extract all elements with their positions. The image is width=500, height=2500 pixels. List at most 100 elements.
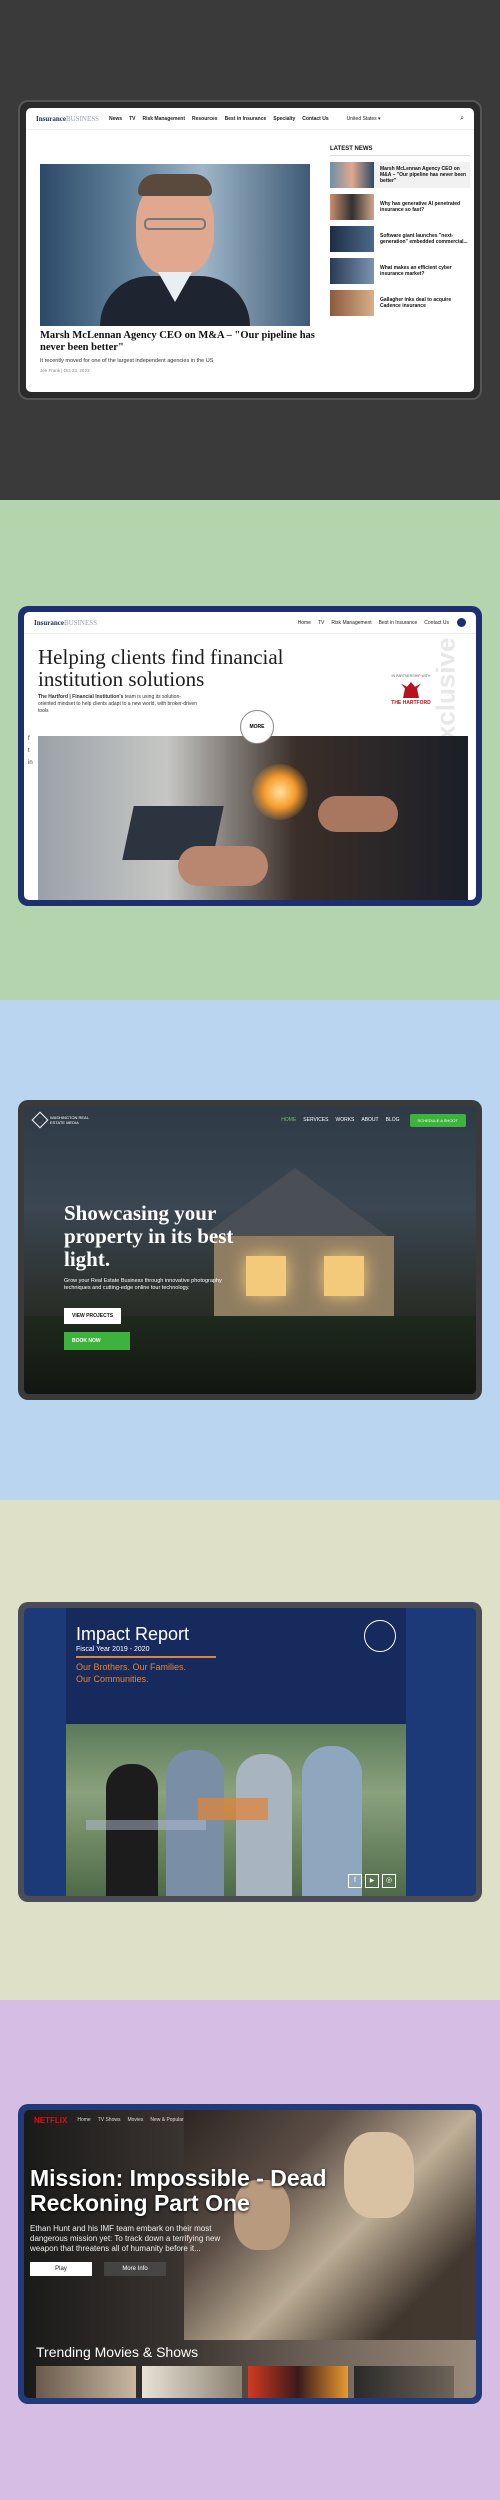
group-photo: f ▶ ◎ — [66, 1724, 406, 1896]
tablet-frame: Impact Report Fiscal Year 2019 - 2020 Ou… — [18, 1602, 482, 1902]
hero-body: Grow your Real Estate Business through i… — [64, 1278, 222, 1291]
report-title: Impact Report — [76, 1624, 190, 1644]
nav-links: News TV Risk Management Resources Best i… — [109, 116, 329, 122]
nav-item[interactable]: Home — [298, 620, 311, 626]
nav-item[interactable]: HOME — [281, 1117, 296, 1123]
title-card[interactable] — [248, 2366, 348, 2398]
screen-financial-institution: InsuranceBUSINESS Home TV Risk Managemen… — [24, 612, 476, 900]
band-impact-report: Impact Report Fiscal Year 2019 - 2020 Ou… — [0, 1500, 500, 2000]
nav-item[interactable]: Contact Us — [424, 620, 449, 626]
news-thumbnail — [330, 226, 374, 252]
tablet-frame: InsuranceBUSINESS Home TV Risk Managemen… — [18, 606, 482, 906]
shrubs — [24, 1316, 476, 1394]
row-title: Trending Movies & Shows — [36, 2344, 199, 2360]
hero-subhead: It recently moved for one of the largest… — [40, 358, 214, 364]
screen-real-estate: WASHINGTON REAL ESTATE MEDIA HOME SERVIC… — [24, 1106, 476, 1394]
trending-row — [36, 2366, 454, 2398]
book-now-button[interactable]: BOOK NOW — [64, 1332, 130, 1350]
news-thumbnail — [330, 194, 374, 220]
hero-image — [38, 736, 468, 900]
view-projects-button[interactable]: VIEW PROJECTS — [64, 1308, 122, 1324]
nav-item[interactable]: Best in Insurance — [225, 116, 267, 122]
hero-heading: Showcasing your property in its best lig… — [64, 1201, 234, 1271]
top-nav: NETFLIX Home TV Shows Movies New & Popul… — [24, 2110, 476, 2130]
stag-logo-icon — [401, 682, 421, 698]
nav-item[interactable]: Specialty — [273, 116, 295, 122]
news-thumbnail — [330, 162, 374, 188]
news-card-title: What makes an efficient cyber insurance … — [380, 265, 452, 277]
hero-headline[interactable]: Marsh McLennan Agency CEO on M&A – "Our … — [40, 330, 330, 354]
nav-links: HOME SERVICES WORKS ABOUT BLOG — [281, 1117, 399, 1123]
site-logo[interactable]: InsuranceBUSINESS — [36, 115, 99, 123]
nav-item[interactable]: SERVICES — [303, 1117, 328, 1123]
nav-item[interactable]: TV — [318, 620, 324, 626]
brand-logo[interactable]: WASHINGTON REAL ESTATE MEDIA — [31, 1111, 100, 1129]
news-card[interactable]: Why has generative AI penetrated insuran… — [330, 194, 470, 220]
title-card[interactable] — [142, 2366, 242, 2398]
nav-item[interactable]: New & Popular — [150, 2117, 183, 2123]
hero-description: Ethan Hunt and his IMF team embark on th… — [30, 2224, 221, 2253]
hand-shape — [318, 796, 398, 832]
accent-block — [198, 1798, 268, 1820]
linkedin-icon[interactable]: in — [28, 760, 33, 766]
nav-links: Home TV Risk Management Best in Insuranc… — [298, 620, 449, 626]
nav-item[interactable]: Movies — [127, 2117, 143, 2123]
logo-part-b: BUSINESS — [65, 114, 100, 123]
hero-title: Mission: Impossible - Dead Reckoning Par… — [30, 2165, 327, 2216]
nav-item[interactable]: BLOG — [386, 1117, 400, 1123]
instagram-icon[interactable]: ◎ — [382, 1874, 396, 1888]
person-shape — [106, 1764, 158, 1896]
more-label: MORE — [249, 724, 265, 730]
schedule-shoot-button[interactable]: SCHEDULE A SHOOT — [409, 1113, 466, 1127]
tagline-line: Our Communities. — [76, 1674, 149, 1684]
nav-item[interactable]: Contact Us — [302, 116, 328, 122]
nav-item[interactable]: Best in Insurance — [379, 620, 418, 626]
body-bold: The Hartford | Financial Institution's — [38, 694, 124, 700]
nav-item[interactable]: Risk Management — [331, 620, 371, 626]
more-button[interactable]: MORE — [240, 710, 274, 744]
news-thumbnail — [330, 258, 374, 284]
youtube-icon[interactable]: ▶ — [365, 1874, 379, 1888]
more-info-button[interactable]: More Info — [104, 2262, 166, 2276]
title-card[interactable] — [36, 2366, 136, 2398]
hand-shape — [178, 846, 268, 886]
nav-item[interactable]: WORKS — [336, 1117, 355, 1123]
search-icon[interactable]: ⌕ — [460, 115, 464, 123]
logo-part-a: Insurance — [34, 618, 64, 627]
portrait-hair — [138, 174, 212, 196]
news-card[interactable]: Software giant launches "next-generation… — [330, 226, 470, 252]
accent-block — [86, 1820, 206, 1830]
ceo-portrait[interactable] — [40, 164, 310, 326]
title-underline — [76, 1656, 216, 1658]
report-fiscal-year: Fiscal Year 2019 - 2020 — [76, 1646, 150, 1653]
twitter-icon[interactable]: t — [28, 748, 33, 754]
nav-item[interactable]: TV Shows — [98, 2117, 121, 2123]
nav-item[interactable]: Resources — [192, 116, 218, 122]
facebook-icon[interactable]: f — [28, 736, 33, 742]
hero-body: The Hartford | Financial Institution's t… — [38, 694, 198, 715]
logo-part-a: Insurance — [36, 114, 66, 123]
person-shape — [236, 1754, 292, 1896]
latest-news-title: LATEST NEWS — [330, 146, 470, 156]
top-nav: InsuranceBUSINESS News TV Risk Managemen… — [26, 108, 474, 130]
screen-netflix: NETFLIX Home TV Shows Movies New & Popul… — [24, 2110, 476, 2398]
nav-item[interactable]: News — [109, 116, 122, 122]
play-button[interactable]: Play — [30, 2262, 92, 2276]
nav-item[interactable]: Home — [77, 2117, 90, 2123]
nav-item[interactable]: ABOUT — [361, 1117, 378, 1123]
nav-item[interactable]: Risk Management — [142, 116, 185, 122]
title-card[interactable] — [354, 2366, 454, 2398]
news-card[interactable]: Gallagher inks deal to acquire Cadence i… — [330, 290, 470, 316]
facebook-icon[interactable]: f — [348, 1874, 362, 1888]
nav-item[interactable]: TV — [129, 116, 135, 122]
house-window — [324, 1256, 364, 1296]
region-select[interactable]: United States ▾ — [347, 116, 381, 122]
diamond-logo-icon — [31, 1111, 49, 1129]
news-card[interactable]: Marsh McLennan Agency CEO on M&A – "Our … — [330, 162, 470, 188]
logo-part-b: BUSINESS — [63, 618, 98, 627]
netflix-logo[interactable]: NETFLIX — [34, 2116, 67, 2125]
site-logo[interactable]: InsuranceBUSINESS — [34, 619, 97, 627]
menu-icon[interactable] — [457, 618, 466, 627]
nav-links: Home TV Shows Movies New & Popular — [77, 2117, 183, 2123]
news-card[interactable]: What makes an efficient cyber insurance … — [330, 258, 470, 284]
